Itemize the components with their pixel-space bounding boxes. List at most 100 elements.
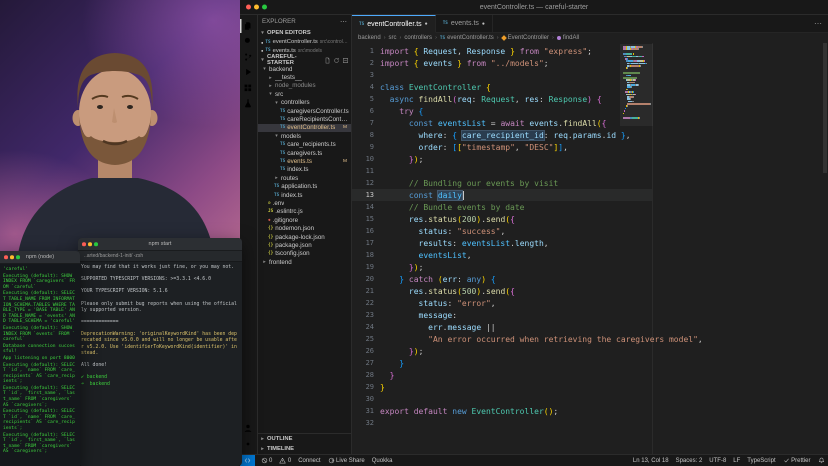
tree-file-package-json[interactable]: {}package.json [258,241,351,249]
terminal-window-npm-node[interactable]: npm (node) 'careful'Executing (default):… [0,251,80,466]
activity-extensions-icon[interactable] [240,81,256,95]
tab-eventController-ts[interactable]: TSeventController.ts● [352,15,436,33]
status-warning[interactable]: 0 [276,455,295,466]
zoom-window-button[interactable] [16,255,20,259]
minimize-window-button[interactable] [10,255,14,259]
tree-folder-frontend[interactable]: ▸frontend [258,258,351,266]
tree-file-tsconfig-json[interactable]: {}tsconfig.json [258,250,351,258]
tree-folder-controllers[interactable]: ▾controllers [258,99,351,107]
terminal-window-npm-start[interactable]: npm start ..arted/backend-1-init/ -zsh Y… [78,238,242,466]
code-line: 32 [352,417,652,429]
tree-file--gitignore[interactable]: ◆.gitignore [258,216,351,224]
tree-folder-routes[interactable]: ▸routes [258,174,351,182]
tree-file-care-recipients-ts[interactable]: TScare_recipients.ts [258,141,351,149]
new-file-icon[interactable] [324,57,331,64]
close-window-button[interactable] [246,5,251,10]
activity-account-icon[interactable] [240,421,256,435]
tree-folder-src[interactable]: ▾src [258,90,351,98]
tab-events-ts[interactable]: TSevents.ts● [436,15,493,32]
title-bar[interactable]: eventController.ts — careful-starter [240,0,828,15]
editor-scrollbar[interactable] [823,43,827,173]
minimap[interactable] [623,46,650,122]
code-line: 26 }); [352,345,652,357]
tree-file-caregiverscontroller-ts[interactable]: TScaregiversController.ts [258,107,351,115]
terminal-line: ============= [81,320,239,326]
more-actions-icon[interactable]: ⋯ [340,18,347,26]
tree-folder--tests-[interactable]: ▸__tests__ [258,73,351,81]
zoom-window-button[interactable] [262,5,267,10]
sidebar-bottom-sections: ▸ OUTLINE ▸ TIMELINE [258,433,351,454]
terminal-output[interactable]: 'careful'Executing (default): SHOW INDEX… [0,264,80,459]
project-header[interactable]: ▾ CAREFUL-STARTER [258,55,351,65]
code-line: 3 [352,69,652,81]
tree-file--env[interactable]: ⚙.env [258,199,351,207]
editor-area: 1import { Request, Response } from "expr… [352,43,828,454]
activity-files-icon[interactable] [240,19,256,33]
terminal-title-bar[interactable]: npm (node) [0,251,80,264]
activity-bar [240,15,258,454]
status-spaces-2[interactable]: Spaces: 2 [672,455,706,466]
line-number: 22 [352,299,380,307]
tree-file-package-lock-json[interactable]: {}package-lock.json [258,233,351,241]
status-connect[interactable]: Connect [295,455,324,466]
status-remote[interactable] [240,455,255,466]
status-ln-13-col-18[interactable]: Ln 13, Col 18 [629,455,672,466]
tree-file-carerecipientscontroller-ts[interactable]: TScareRecipientsController.ts [258,115,351,123]
refresh-icon[interactable] [333,57,340,64]
tree-file-eventcontroller-ts[interactable]: TSeventController.tsM [258,124,351,132]
close-window-button[interactable] [82,242,86,246]
outline-header[interactable]: ▸ OUTLINE [258,434,351,444]
tree-file-caregivers-ts[interactable]: TScaregivers.ts [258,149,351,157]
timeline-header[interactable]: ▸ TIMELINE [258,444,351,454]
tree-file-application-ts[interactable]: TSapplication.ts [258,182,351,190]
activity-run-debug-icon[interactable] [240,65,256,79]
tree-file-events-ts[interactable]: TSevents.tsM [258,157,351,165]
breadcrumb-item[interactable]: src [389,35,397,41]
breadcrumb-item[interactable]: controllers [404,35,432,41]
tree-file-index-ts[interactable]: TSindex.ts [258,191,351,199]
activity-settings-icon[interactable] [240,437,256,451]
chevron-down-icon: ▾ [260,57,265,63]
code-editor[interactable]: 1import { Request, Response } from "expr… [352,43,652,454]
status-check[interactable]: Prettier [779,455,814,466]
open-editor-item[interactable]: ●TSeventController.tssrc\controllers [258,38,351,47]
collapse-icon[interactable] [342,57,349,64]
editor-actions-icon[interactable]: ⋯ [814,15,828,32]
tree-folder-backend[interactable]: ▾backend [258,65,351,73]
json-file-icon: {} [268,243,273,248]
tabs: TSeventController.ts●TSevents.ts● [352,15,493,32]
terminal-title-bar[interactable]: npm start [78,238,242,251]
chevron-right-icon: ▸ [262,259,267,265]
env-file-icon: ⚙ [268,201,271,206]
zoom-window-button[interactable] [94,242,98,246]
breadcrumb-item[interactable]: findAll [557,35,579,41]
line-number: 16 [352,227,380,235]
status-bell[interactable] [814,455,828,466]
open-editors-header[interactable]: ▾ OPEN EDITORS [258,28,351,38]
tree-folder-models[interactable]: ▾models [258,132,351,140]
terminal-output[interactable]: You may find that it works just fine, or… [78,262,242,393]
activity-search-icon[interactable] [240,34,256,48]
tree-file-nodemon-json[interactable]: {}nodemon.json [258,224,351,232]
modified-dot-icon[interactable]: ● [482,21,485,27]
status-error[interactable]: 0 [257,455,276,466]
tree-file-index-ts[interactable]: TSindex.ts [258,166,351,174]
tree-file--eslintrc-js[interactable]: JS.eslintrc.js [258,208,351,216]
status-lf[interactable]: LF [730,455,744,466]
status-quokka[interactable]: Quokka [368,455,396,466]
breadcrumb-item[interactable]: backend [358,35,381,41]
tree-folder-node-modules[interactable]: ▸node_modules [258,82,351,90]
minimize-window-button[interactable] [254,5,259,10]
status-typescript[interactable]: TypeScript [744,455,779,466]
activity-testing-icon[interactable] [240,96,256,110]
breadcrumb-item[interactable]: TSeventController.ts [440,35,494,41]
breadcrumb-item[interactable]: EventController [502,35,549,41]
minimize-window-button[interactable] [88,242,92,246]
modified-dot-icon[interactable]: ● [425,21,428,27]
activity-source-control-icon[interactable] [240,50,256,64]
terminal-window-controls [4,255,20,259]
status-liveshare[interactable]: Live Share [324,455,368,466]
terminal-tab[interactable]: ..arted/backend-1-init/ -zsh [84,253,143,259]
close-window-button[interactable] [4,255,8,259]
status-utf-8[interactable]: UTF-8 [706,455,730,466]
